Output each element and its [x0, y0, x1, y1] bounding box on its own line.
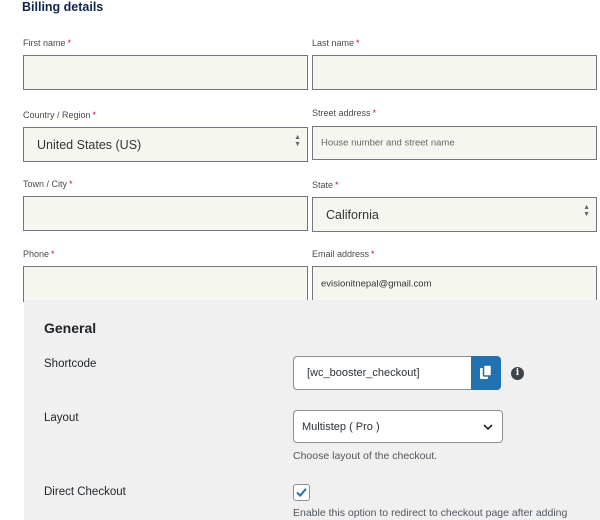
shortcode-input[interactable]: [wc_booster_checkout] — [293, 356, 471, 390]
first-name-label: First name * — [23, 38, 71, 48]
last-name-field[interactable] — [312, 55, 597, 90]
layout-description: Choose layout of the checkout. — [293, 450, 438, 462]
country-label-text: Country / Region — [23, 110, 91, 120]
required-mark: * — [69, 179, 73, 189]
city-field[interactable] — [23, 196, 308, 231]
checkmark-icon — [296, 488, 307, 497]
phone-field[interactable] — [23, 266, 308, 302]
email-label-text: Email address — [312, 249, 370, 259]
required-mark: * — [67, 38, 72, 48]
email-value: evisionitnepal@gmail.com — [321, 278, 432, 290]
street-address-input[interactable]: House number and street name — [312, 126, 597, 160]
phone-label: Phone * — [23, 249, 55, 259]
city-label: Town / City * — [23, 179, 73, 189]
state-label-text: State — [312, 180, 334, 190]
layout-label: Layout — [44, 412, 79, 424]
dropdown-caret-icon: ▲ ▼ — [583, 204, 590, 218]
email-label: Email address * — [312, 249, 375, 259]
first-name-label-text: First name — [23, 38, 66, 48]
city-label-text: Town / City — [23, 179, 68, 189]
required-mark: * — [92, 110, 97, 120]
copy-shortcode-button[interactable] — [471, 356, 501, 390]
required-mark: * — [372, 108, 377, 118]
country-value: United States (US) — [37, 137, 142, 152]
state-label: State * — [312, 180, 339, 190]
direct-checkout-description: Enable this option to redirect to checko… — [293, 507, 568, 519]
required-mark: * — [51, 249, 55, 259]
street-placeholder: House number and street name — [321, 137, 455, 149]
phone-label-text: Phone — [23, 249, 50, 259]
state-value: California — [326, 207, 379, 222]
general-settings-panel: General Shortcode [wc_booster_checkout] … — [24, 300, 600, 520]
billing-title: Billing details — [22, 0, 104, 14]
country-select[interactable]: United States (US) ▲ ▼ — [23, 127, 308, 162]
info-icon[interactable]: i — [511, 367, 524, 380]
layout-selected-value: Multistep ( Pro ) — [302, 421, 380, 433]
street-label: Street address * — [312, 108, 376, 118]
section-title: General — [44, 320, 97, 336]
street-label-text: Street address — [312, 108, 371, 118]
email-field[interactable]: evisionitnepal@gmail.com — [312, 266, 597, 302]
direct-checkout-checkbox[interactable] — [293, 484, 310, 501]
state-select[interactable]: California ▲ ▼ — [312, 197, 597, 232]
required-mark: * — [356, 38, 360, 48]
layout-select[interactable]: Multistep ( Pro ) — [293, 410, 503, 443]
direct-checkout-label: Direct Checkout — [44, 486, 126, 498]
required-mark: * — [371, 249, 375, 259]
required-mark: * — [335, 180, 339, 190]
shortcode-label: Shortcode — [44, 358, 97, 370]
country-label: Country / Region * — [23, 110, 96, 120]
last-name-label: Last name * — [312, 38, 360, 48]
shortcode-value: [wc_booster_checkout] — [307, 367, 420, 379]
last-name-label-text: Last name — [312, 38, 355, 48]
dropdown-caret-icon: ▲ ▼ — [294, 134, 301, 148]
copy-icon — [480, 364, 493, 379]
first-name-field[interactable] — [23, 55, 308, 90]
chevron-down-icon — [483, 424, 493, 431]
